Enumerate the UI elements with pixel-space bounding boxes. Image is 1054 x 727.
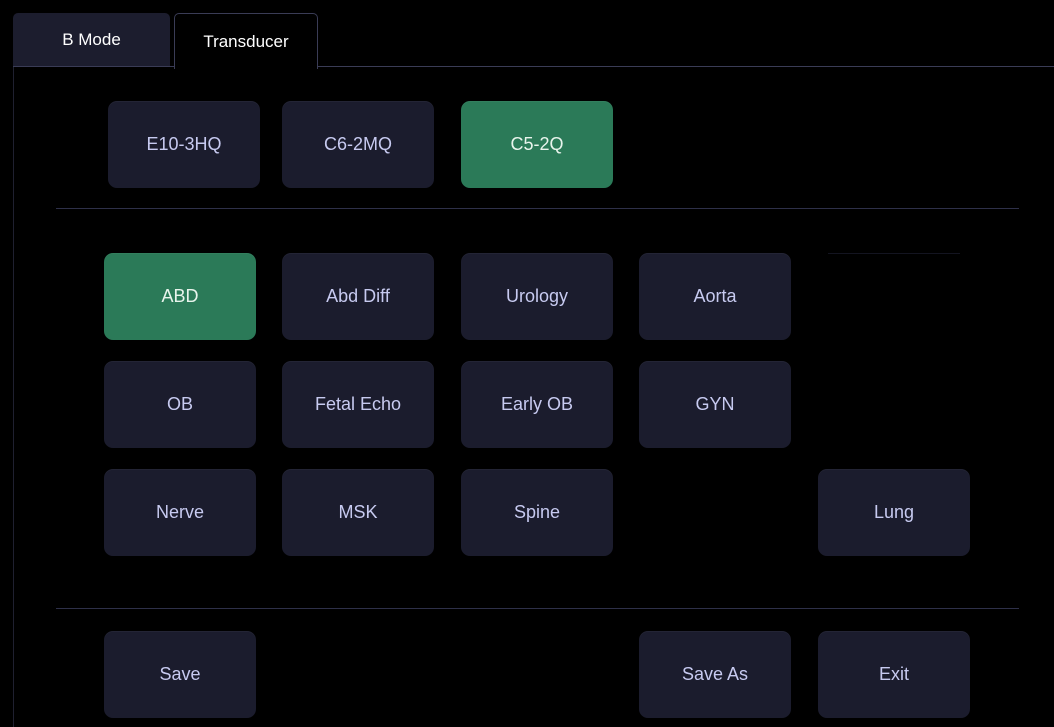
transducer-button-e10-3hq[interactable]: E10-3HQ xyxy=(108,101,260,188)
preset-button-msk[interactable]: MSK xyxy=(282,469,434,556)
tab-transducer[interactable]: Transducer xyxy=(174,13,318,69)
tab-bar: B Mode Transducer xyxy=(0,0,1054,69)
preset-button-spine[interactable]: Spine xyxy=(461,469,613,556)
preset-button-early-ob[interactable]: Early OB xyxy=(461,361,613,448)
preset-button-abd[interactable]: ABD xyxy=(104,253,256,340)
panel-left-border xyxy=(13,66,14,727)
section-divider-top xyxy=(56,208,1019,209)
transducer-button-c5-2q[interactable]: C5-2Q xyxy=(461,101,613,188)
preset-button-abd-diff[interactable]: Abd Diff xyxy=(282,253,434,340)
preset-button-ob[interactable]: OB xyxy=(104,361,256,448)
preset-button-gyn[interactable]: GYN xyxy=(639,361,791,448)
exit-button[interactable]: Exit xyxy=(818,631,970,718)
section-divider-bottom xyxy=(56,608,1019,609)
preset-button-nerve[interactable]: Nerve xyxy=(104,469,256,556)
preset-button-fetal-echo[interactable]: Fetal Echo xyxy=(282,361,434,448)
transducer-button-c6-2mq[interactable]: C6-2MQ xyxy=(282,101,434,188)
save-button[interactable]: Save xyxy=(104,631,256,718)
tab-underline xyxy=(13,66,1054,67)
preset-button-aorta[interactable]: Aorta xyxy=(639,253,791,340)
preset-button-lung[interactable]: Lung xyxy=(818,469,970,556)
tab-b-mode[interactable]: B Mode xyxy=(13,13,170,67)
save-as-button[interactable]: Save As xyxy=(639,631,791,718)
preset-button-urology[interactable]: Urology xyxy=(461,253,613,340)
empty-slot-outline xyxy=(828,253,960,254)
